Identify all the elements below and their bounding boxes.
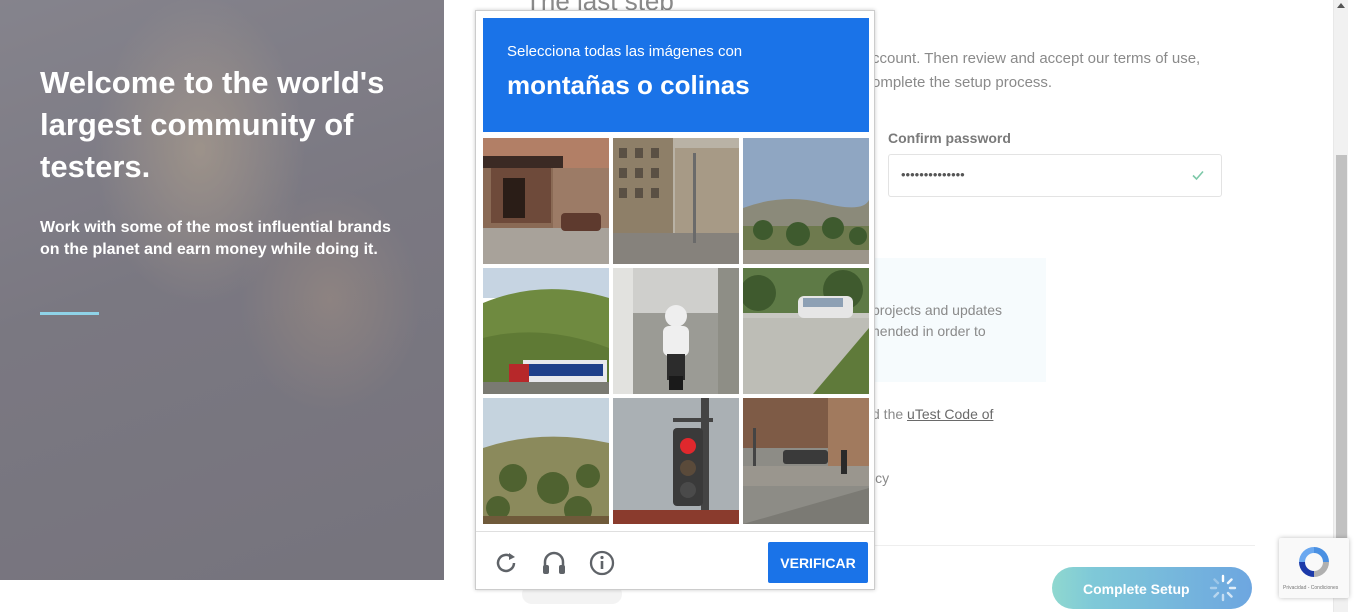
verify-button[interactable]: VERIFICAR <box>768 542 868 583</box>
captcha-dialog: Selecciona todas las imágenes con montañ… <box>475 10 875 590</box>
form-divider <box>860 545 1255 546</box>
hero-subtitle: Work with some of the most influential b… <box>40 219 391 258</box>
code-of-conduct-link[interactable]: uTest Code of <box>907 406 993 422</box>
hero-panel: Welcome to the world's largest community… <box>0 0 444 580</box>
captcha-target: montañas o colinas <box>507 70 750 100</box>
audio-icon[interactable] <box>539 548 569 578</box>
captcha-instruction: Selecciona todas las imágenes con <box>507 43 743 60</box>
hero-accent-bar <box>40 312 99 315</box>
storefront-image <box>483 138 609 264</box>
recaptcha-badge[interactable]: Privacidad - Condiciones <box>1279 538 1349 598</box>
scroll-up-arrow-icon[interactable] <box>1337 3 1345 8</box>
captcha-header: Selecciona todas las imágenes con montañ… <box>483 18 869 132</box>
confirm-password-field[interactable]: •••••••••••••• <box>888 154 1222 197</box>
green-hill-truck-image <box>483 268 609 394</box>
scroll-thumb[interactable] <box>1336 155 1347 545</box>
complete-setup-label: Complete Setup <box>1083 581 1190 597</box>
confirm-password-label: Confirm password <box>888 130 1011 146</box>
page-root: Welcome to the world's largest community… <box>0 0 1366 612</box>
recaptcha-logo-icon <box>1299 547 1329 577</box>
street-corner-image <box>743 398 869 524</box>
notifications-info-text: projects and updates hended in order to <box>872 302 1002 339</box>
captcha-tile-2[interactable] <box>613 138 739 264</box>
page-scrollbar[interactable] <box>1333 0 1348 612</box>
captcha-tile-8[interactable] <box>613 398 739 524</box>
parked-car-image <box>743 268 869 394</box>
brush-hill-image <box>483 398 609 524</box>
spinner-icon <box>1209 574 1237 602</box>
hero-title: Welcome to the world's largest community… <box>40 65 385 184</box>
reload-icon[interactable] <box>491 548 521 578</box>
info-icon[interactable] <box>587 548 617 578</box>
hillside-view-image <box>743 138 869 264</box>
captcha-tile-9[interactable] <box>743 398 869 524</box>
captcha-tile-1[interactable] <box>483 138 609 264</box>
complete-setup-button[interactable]: Complete Setup <box>1052 567 1252 609</box>
code-of-conduct-text: d the uTest Code of <box>872 406 993 422</box>
captcha-footer-divider <box>476 531 874 532</box>
captcha-tile-5[interactable] <box>613 268 739 394</box>
confirm-password-value: •••••••••••••• <box>901 167 965 182</box>
form-intro: ccount. Then review and accept our terms… <box>872 50 1201 91</box>
captcha-tile-3[interactable] <box>743 138 869 264</box>
captcha-tile-7[interactable] <box>483 398 609 524</box>
traffic-light-image <box>613 398 739 524</box>
check-icon <box>1192 170 1204 181</box>
motorcycle-rider-image <box>613 268 739 394</box>
recaptcha-badge-text[interactable]: Privacidad - Condiciones <box>1283 585 1338 591</box>
captcha-tile-6[interactable] <box>743 268 869 394</box>
code-of-conduct-prefix: d the <box>872 406 908 422</box>
city-buildings-image <box>613 138 739 264</box>
captcha-tile-4[interactable] <box>483 268 609 394</box>
